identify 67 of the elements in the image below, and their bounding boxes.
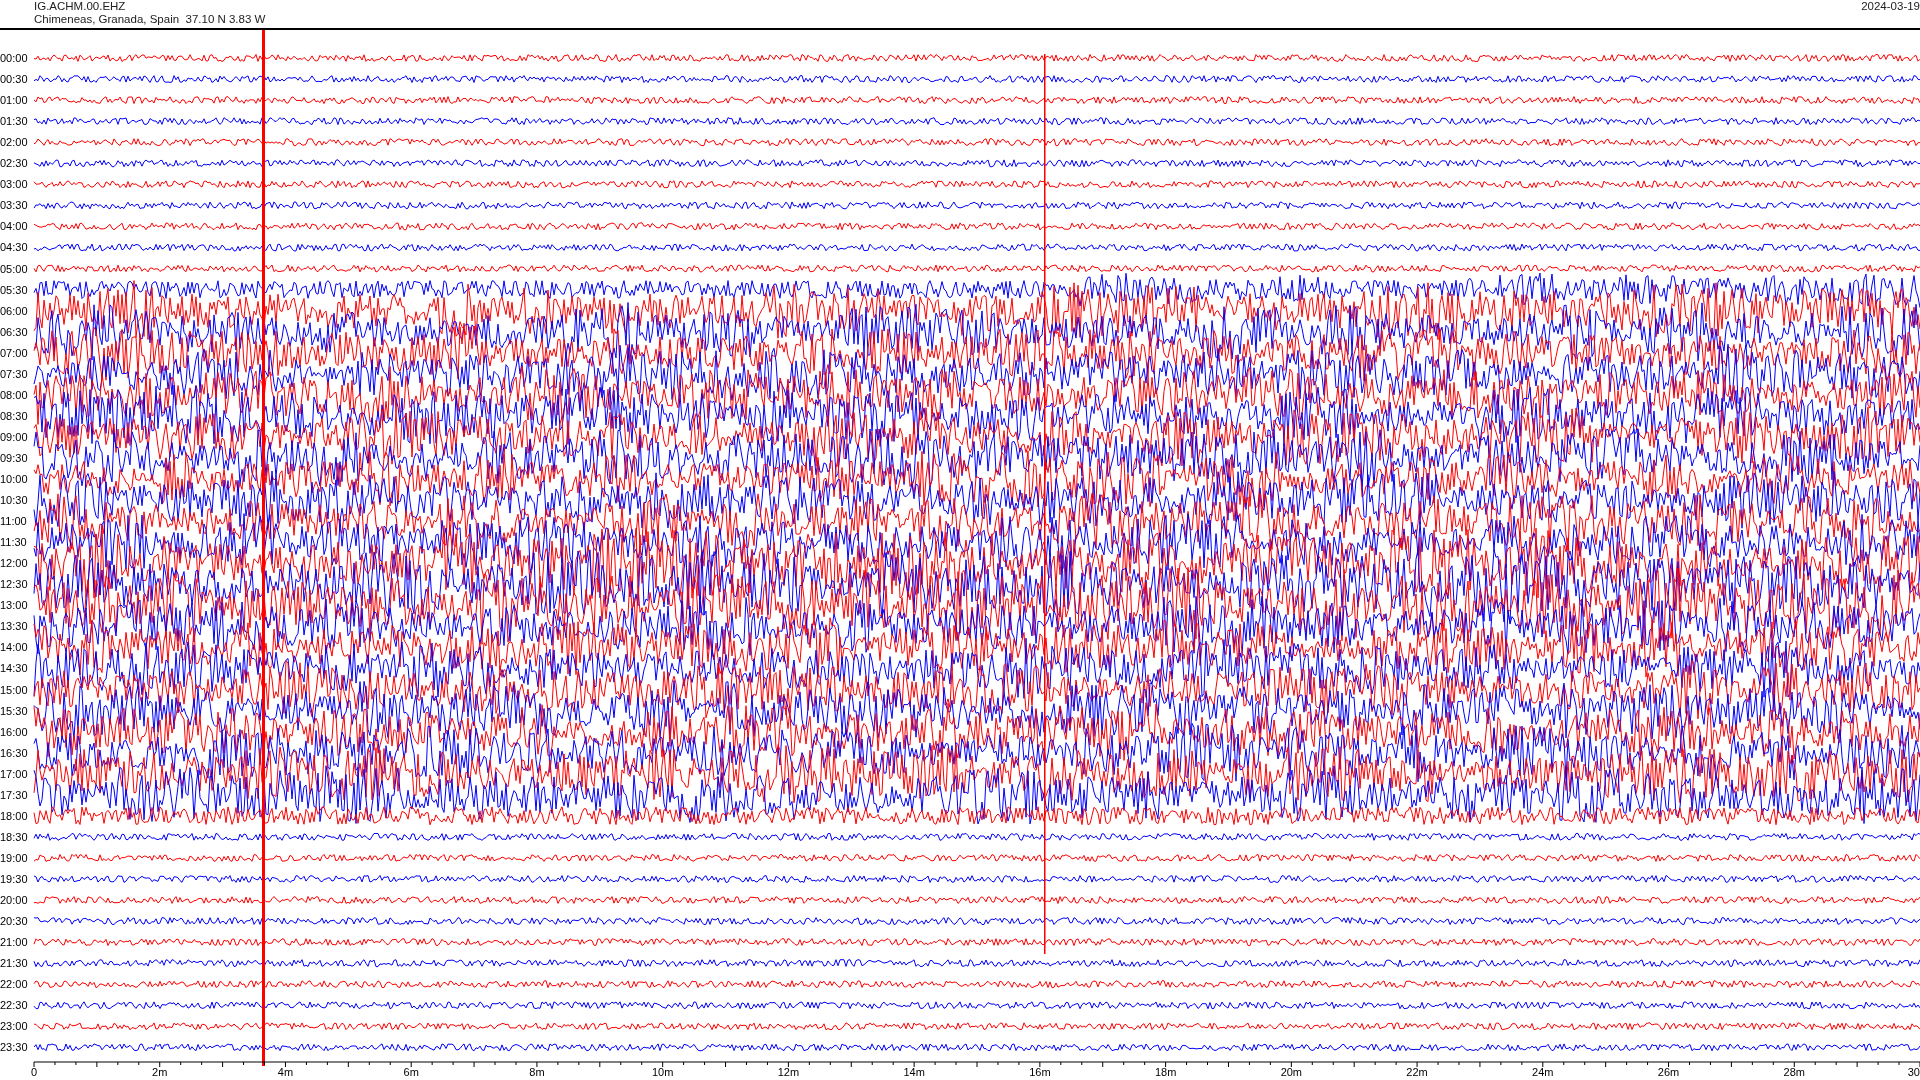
hour-label: 08:00 <box>0 388 28 401</box>
hour-label: 18:30 <box>0 830 28 843</box>
axis-tick-label: 2m <box>152 1066 168 1078</box>
station-location: Chimeneas, Granada, Spain 37.10 N 3.83 W <box>34 13 266 26</box>
hour-label: 13:30 <box>0 620 28 633</box>
hour-label: 14:00 <box>0 641 28 654</box>
axis-tick-label: 26m <box>1657 1066 1680 1078</box>
axis-tick-label: 4m <box>277 1066 294 1078</box>
hour-label: 09:00 <box>0 430 28 443</box>
hour-label: 04:00 <box>0 220 28 233</box>
hour-label: 04:30 <box>0 241 28 254</box>
hour-label: 02:30 <box>0 157 28 170</box>
hour-label: 05:00 <box>0 262 28 275</box>
axis-tick-label: 14m <box>903 1066 925 1078</box>
hour-label: 00:00 <box>0 52 28 64</box>
axis-tick-label: 0 <box>30 1066 38 1078</box>
hour-label: 12:00 <box>0 557 28 570</box>
hour-label: 01:00 <box>0 94 28 107</box>
axis-tick-label: 28m <box>1783 1066 1805 1078</box>
axis-tick-label: 6m <box>403 1066 419 1078</box>
hour-label: 10:30 <box>0 494 28 507</box>
axis-tick-label: 16m <box>1029 1066 1051 1078</box>
hour-label: 19:30 <box>0 872 28 885</box>
hour-label: 12:30 <box>0 578 28 591</box>
hour-label: 14:30 <box>0 662 28 675</box>
hour-label: 17:00 <box>0 767 28 780</box>
hour-label: 11:30 <box>0 536 27 549</box>
hour-label: 13:00 <box>0 599 28 612</box>
hour-label: 15:00 <box>0 683 28 696</box>
hour-label: 03:00 <box>0 178 28 191</box>
hour-label: 06:30 <box>0 325 28 338</box>
hour-label: 09:30 <box>0 451 28 464</box>
hour-label: 23:00 <box>0 1020 28 1033</box>
hour-label: 16:30 <box>0 746 28 759</box>
hour-label: 10:00 <box>0 473 28 485</box>
hour-label: 02:00 <box>0 136 28 149</box>
axis-tick-label: 12m <box>777 1066 800 1078</box>
station-code: IG.ACHM.00.EHZ <box>34 0 127 13</box>
hour-label: 23:30 <box>0 1041 28 1054</box>
axis-tick-label: 20m <box>1280 1066 1303 1078</box>
axis-tick-label: 24m <box>1532 1066 1554 1078</box>
axis-tick-label: 10m <box>651 1066 674 1078</box>
hour-label: 15:30 <box>0 704 28 717</box>
hour-label: 22:30 <box>0 999 28 1012</box>
hour-label: 00:30 <box>0 73 28 86</box>
axis-tick-label: 30 <box>1907 1066 1920 1078</box>
hour-label: 17:30 <box>0 788 28 801</box>
hour-label: 11:00 <box>0 515 27 528</box>
hour-label: 20:00 <box>0 894 28 906</box>
hour-label: 07:00 <box>0 346 28 359</box>
hour-label: 16:00 <box>0 725 28 738</box>
axis-tick-label: 22m <box>1406 1066 1428 1078</box>
hour-label: 22:00 <box>0 978 28 991</box>
hour-label: 08:30 <box>0 409 28 422</box>
hour-label: 05:30 <box>0 283 28 296</box>
date-label: 2024-03-19 <box>1861 0 1920 13</box>
hour-label: 18:00 <box>0 809 28 822</box>
hour-label: 19:00 <box>0 851 28 864</box>
hour-label: 03:30 <box>0 199 28 212</box>
hour-label: 21:00 <box>0 936 28 949</box>
hour-label: 21:30 <box>0 957 28 970</box>
axis-tick-label: 8m <box>529 1066 545 1078</box>
hour-label: 20:30 <box>0 915 28 928</box>
hour-label: 07:30 <box>0 367 28 380</box>
hour-label: 01:30 <box>0 115 28 128</box>
axis-tick-label: 18m <box>1154 1066 1177 1078</box>
hour-label: 06:00 <box>0 304 28 317</box>
